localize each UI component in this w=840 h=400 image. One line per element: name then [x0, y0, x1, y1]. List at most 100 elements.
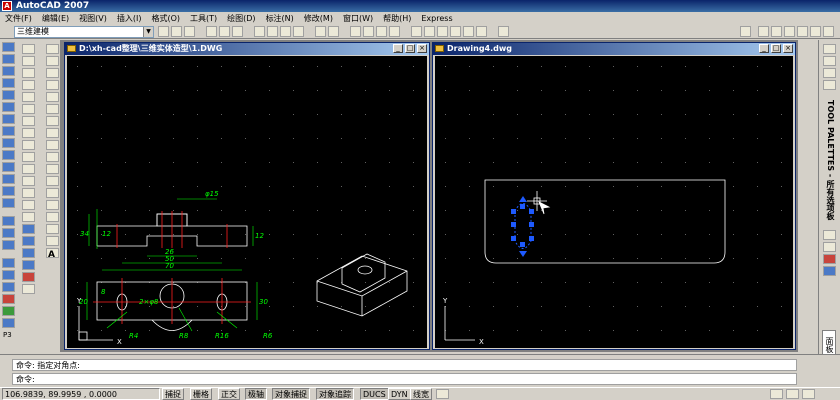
menu-insert[interactable]: 插入(I) [112, 12, 147, 25]
layer-manager-icon[interactable] [740, 26, 751, 37]
insert-block-icon[interactable] [46, 176, 59, 186]
planar-surface-icon[interactable] [2, 138, 15, 148]
match-properties-icon[interactable] [293, 26, 304, 37]
help-icon[interactable] [498, 26, 509, 37]
menu-draw[interactable]: 绘图(D) [222, 12, 260, 25]
menu-view[interactable]: 视图(V) [74, 12, 112, 25]
extend-icon[interactable] [22, 164, 35, 174]
workspace-select[interactable]: 三维建模 ▼ [14, 26, 154, 38]
plot-icon[interactable] [206, 26, 217, 37]
ducs-toggle[interactable]: DUCS [360, 388, 389, 400]
polar-toggle[interactable]: 极轴 [245, 388, 267, 400]
polygon-icon[interactable] [46, 80, 59, 90]
lock-toolbar-icon[interactable] [786, 389, 799, 399]
render-icon[interactable] [22, 272, 35, 282]
box-icon[interactable] [2, 42, 15, 52]
ortho-toggle[interactable]: 正交 [218, 388, 240, 400]
menu-express[interactable]: Express [416, 12, 457, 25]
3d-move-icon[interactable] [2, 258, 15, 268]
union-icon[interactable] [2, 216, 15, 226]
conceptual-icon[interactable] [22, 260, 35, 270]
zoom-previous-icon[interactable] [389, 26, 400, 37]
clean-screen-icon[interactable] [802, 389, 815, 399]
lineweight-toggle[interactable]: 线宽 [410, 388, 432, 400]
section-icon[interactable] [2, 318, 15, 328]
presspull-icon[interactable] [2, 162, 15, 172]
wedge-icon[interactable] [2, 54, 15, 64]
osnap-toggle[interactable]: 对象捕捉 [272, 388, 310, 400]
menu-file[interactable]: 文件(F) [0, 12, 37, 25]
fillet-icon[interactable] [22, 212, 35, 222]
open-icon[interactable] [171, 26, 182, 37]
pan-icon[interactable] [350, 26, 361, 37]
array-icon[interactable] [22, 92, 35, 102]
tool-palettes-icon[interactable] [437, 26, 448, 37]
join-icon[interactable] [22, 188, 35, 198]
erase-icon[interactable] [22, 44, 35, 54]
left-canvas[interactable]: φ15 34 12 12 26 50 70 20 8 30 2×φ8 R4 R8… [67, 56, 427, 348]
palette-autohide-icon[interactable] [823, 68, 836, 78]
line-icon[interactable] [46, 44, 59, 54]
region-icon[interactable] [46, 236, 59, 246]
dyn-toggle[interactable]: DYN [388, 388, 411, 400]
snap-toggle[interactable]: 捕捉 [162, 388, 184, 400]
preview-icon[interactable] [219, 26, 230, 37]
offset-icon[interactable] [22, 80, 35, 90]
model-space-icon[interactable] [436, 389, 449, 399]
zoom-window-icon[interactable] [376, 26, 387, 37]
qnew-icon[interactable] [158, 26, 169, 37]
publish-icon[interactable] [232, 26, 243, 37]
properties-icon[interactable] [411, 26, 422, 37]
slice-icon[interactable] [2, 306, 15, 316]
paste-icon[interactable] [280, 26, 291, 37]
grid-toggle[interactable]: 栅格 [190, 388, 212, 400]
point-icon[interactable] [46, 200, 59, 210]
rotate-icon[interactable] [22, 116, 35, 126]
break-icon[interactable] [22, 176, 35, 186]
subtract-icon[interactable] [2, 228, 15, 238]
coordinate-display[interactable]: 106.9839, 89.9959 , 0.0000 [2, 388, 160, 400]
extrude-icon[interactable] [2, 150, 15, 160]
ellipse-arc-icon[interactable] [46, 164, 59, 174]
communication-center-icon[interactable] [770, 389, 783, 399]
visual-style-icon[interactable] [22, 236, 35, 246]
mirror-icon[interactable] [22, 68, 35, 78]
move-icon[interactable] [22, 104, 35, 114]
menu-tools[interactable]: 工具(T) [185, 12, 222, 25]
maximize-button[interactable]: □ [405, 44, 415, 53]
zoom-realtime-icon[interactable] [363, 26, 374, 37]
palette-tab-icon[interactable] [823, 266, 836, 276]
copy-object-icon[interactable] [22, 56, 35, 66]
calculator-icon[interactable] [476, 26, 487, 37]
layer-freeze-icon[interactable] [771, 26, 782, 37]
menu-format[interactable]: 格式(O) [146, 12, 185, 25]
torus-icon[interactable] [2, 102, 15, 112]
cut-icon[interactable] [254, 26, 265, 37]
save-icon[interactable] [184, 26, 195, 37]
minimize-button[interactable]: _ [393, 44, 403, 53]
helix-icon[interactable] [2, 126, 15, 136]
stretch-icon[interactable] [22, 140, 35, 150]
gradient-icon[interactable] [46, 224, 59, 234]
circle-icon[interactable] [46, 116, 59, 126]
material-icon[interactable] [823, 230, 836, 240]
minimize-button[interactable]: _ [759, 44, 769, 53]
design-center-icon[interactable] [424, 26, 435, 37]
layer-color-icon[interactable] [797, 26, 808, 37]
redo-icon[interactable] [328, 26, 339, 37]
sphere-icon[interactable] [2, 78, 15, 88]
polyline-icon[interactable] [46, 68, 59, 78]
otrack-toggle[interactable]: 对象追踪 [316, 388, 354, 400]
3d-array-icon[interactable] [2, 294, 15, 304]
loft-icon[interactable] [2, 198, 15, 208]
menu-window[interactable]: 窗口(W) [338, 12, 378, 25]
sweep-icon[interactable] [2, 174, 15, 184]
hatch-icon[interactable] [46, 212, 59, 222]
explode-icon[interactable] [22, 284, 35, 294]
close-button[interactable]: × [783, 44, 793, 53]
rectangle-icon[interactable] [46, 92, 59, 102]
multiline-text-icon[interactable]: A [48, 250, 55, 260]
scale-icon[interactable] [22, 128, 35, 138]
palette-props-icon[interactable] [823, 80, 836, 90]
arc-icon[interactable] [46, 104, 59, 114]
